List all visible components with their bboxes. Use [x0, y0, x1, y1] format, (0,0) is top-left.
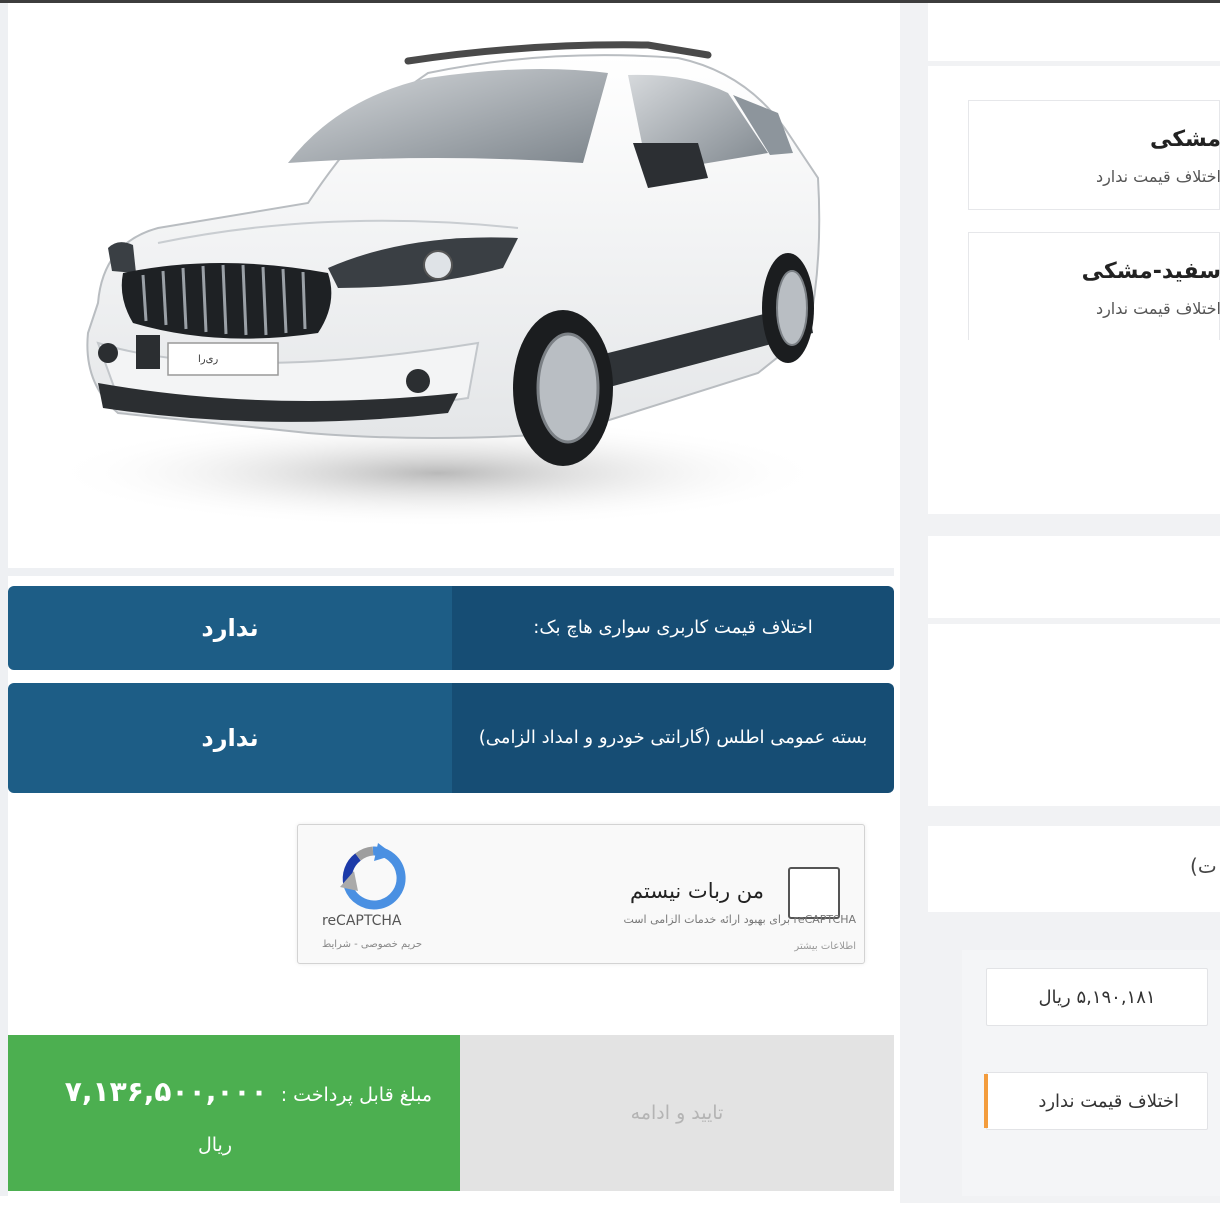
recaptcha-terms: reCAPTCHA برای بهبود ارائه خدمات الزامی … — [623, 913, 857, 926]
price-diff-value: اختلاف قیمت ندارد — [1038, 1090, 1179, 1112]
sidebar-section — [928, 536, 1220, 618]
car-image: ری‌را — [8, 3, 894, 571]
confirm-label: تایید و ادامه — [630, 1102, 724, 1124]
info-label: اختلاف قیمت کاربری سواری هاچ بک: — [452, 586, 894, 670]
recaptcha-icon — [340, 843, 406, 910]
recaptcha-brand: reCAPTCHA — [322, 913, 402, 929]
info-value: ندارد — [8, 683, 452, 793]
color-name: سفید-مشکی — [1081, 259, 1220, 284]
sidebar-label-fragment: (ت — [1190, 854, 1217, 878]
color-price-diff: اختلاف قیمت ندارد — [1095, 167, 1220, 186]
color-price-diff: اختلاف قیمت ندارد — [1095, 299, 1220, 318]
info-row-hatchback-diff: ندارد اختلاف قیمت کاربری سواری هاچ بک: — [8, 586, 894, 670]
confirm-continue-button[interactable]: تایید و ادامه — [460, 1035, 894, 1191]
color-option-white-black[interactable]: سفید-مشکی اختلاف قیمت ندارد — [968, 232, 1220, 340]
payable-amount: ۷,۱۳۶,۵۰۰,۰۰۰ — [64, 1075, 268, 1108]
payable-amount-box: مبلغ قابل پرداخت : ۷,۱۳۶,۵۰۰,۰۰۰ ریال — [8, 1035, 460, 1191]
left-gutter — [0, 3, 8, 1203]
payable-label: مبلغ قابل پرداخت : — [280, 1084, 432, 1106]
not-robot-checkbox[interactable] — [788, 867, 840, 919]
divider — [8, 568, 894, 576]
color-option-black[interactable]: مشکی اختلاف قیمت ندارد — [968, 100, 1220, 210]
info-value: ندارد — [8, 586, 452, 670]
car-illustration — [48, 41, 828, 528]
currency-unit: ریال — [197, 1134, 232, 1156]
accent-bar — [984, 1074, 988, 1128]
recaptcha-more-link[interactable]: اطلاعات بیشتر — [794, 941, 856, 952]
recaptcha-privacy-link[interactable]: حریم خصوصی - شرایط — [322, 939, 422, 950]
sidebar-section — [928, 826, 1220, 912]
price-value: ۵,۱۹۰,۱۸۱ ریال — [1038, 986, 1156, 1008]
not-robot-label: من ربات نیستم — [630, 879, 764, 903]
sidebar-section — [928, 624, 1220, 806]
info-label: بسته عمومی اطلس (گارانتی خودرو و امداد ا… — [452, 683, 894, 793]
recaptcha-widget: reCAPTCHA حریم خصوصی - شرایط من ربات نیس… — [297, 824, 865, 964]
sidebar-header — [928, 3, 1220, 61]
car-badge-text: ری‌را — [198, 354, 219, 365]
price-diff-box: اختلاف قیمت ندارد — [986, 1072, 1208, 1130]
price-box: ۵,۱۹۰,۱۸۱ ریال — [986, 968, 1208, 1026]
color-name: مشکی — [1149, 127, 1220, 152]
info-row-atlas-package: ندارد بسته عمومی اطلس (گارانتی خودرو و ا… — [8, 683, 894, 793]
